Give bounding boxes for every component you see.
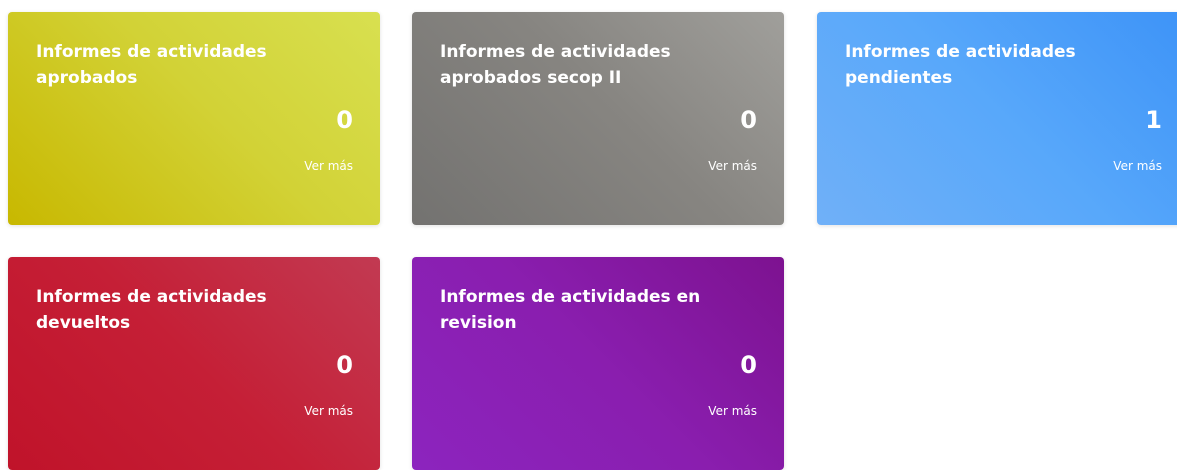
- card-count: 0: [740, 106, 757, 134]
- card-count: 0: [740, 351, 757, 379]
- card-count: 0: [336, 106, 353, 134]
- card-informes-devueltos: Informes de actividades devueltos 0 Ver …: [8, 257, 380, 470]
- card-title: Informes de actividades aprobados secop …: [440, 42, 671, 88]
- ver-mas-link[interactable]: Ver más: [304, 158, 353, 174]
- ver-mas-link[interactable]: Ver más: [708, 403, 757, 419]
- card-informes-en-revision: Informes de actividades en revision 0 Ve…: [412, 257, 784, 470]
- card-title: Informes de actividades devueltos: [36, 287, 267, 333]
- card-title: Informes de actividades pendientes: [845, 42, 1076, 88]
- card-title: Informes de actividades aprobados: [36, 42, 267, 88]
- card-title: Informes de actividades en revision: [440, 287, 701, 333]
- ver-mas-link[interactable]: Ver más: [1113, 158, 1162, 174]
- ver-mas-link[interactable]: Ver más: [304, 403, 353, 419]
- card-informes-pendientes: Informes de actividades pendientes 1 Ver…: [817, 12, 1177, 225]
- card-count: 1: [1145, 106, 1162, 134]
- card-count: 0: [336, 351, 353, 379]
- card-informes-aprobados: Informes de actividades aprobados 0 Ver …: [8, 12, 380, 225]
- ver-mas-link[interactable]: Ver más: [708, 158, 757, 174]
- card-informes-aprobados-secop-ii: Informes de actividades aprobados secop …: [412, 12, 784, 225]
